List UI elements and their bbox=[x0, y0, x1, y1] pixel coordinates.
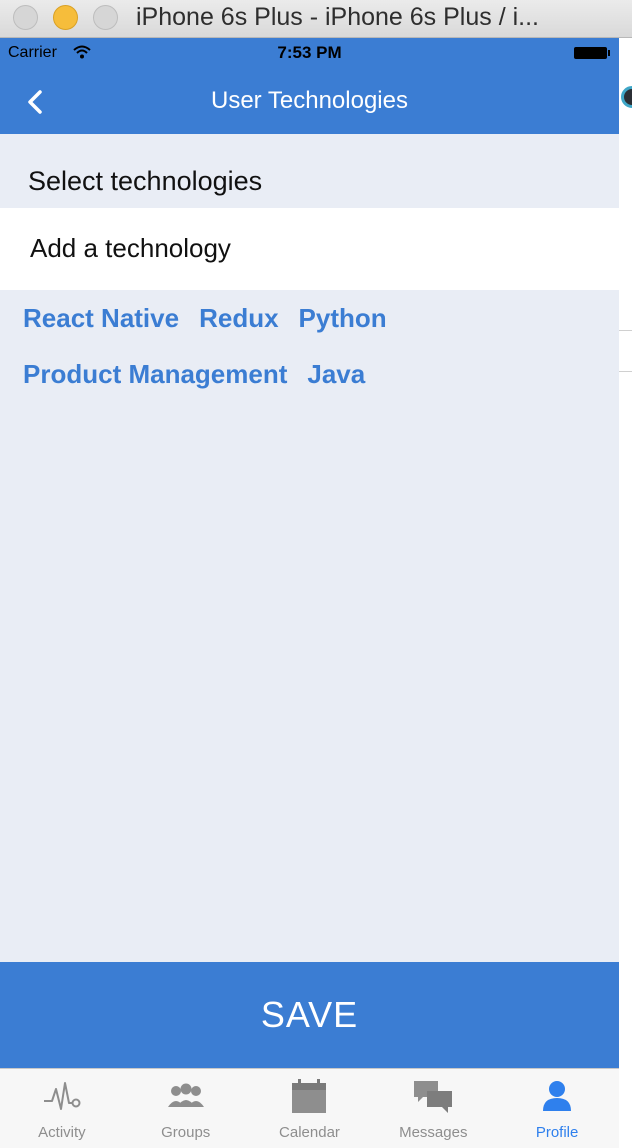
save-button[interactable]: SAVE bbox=[0, 962, 619, 1068]
activity-icon bbox=[43, 1082, 81, 1110]
tag-product-management[interactable]: Product Management bbox=[23, 359, 287, 390]
technology-input-row bbox=[0, 208, 619, 290]
tag-react-native[interactable]: React Native bbox=[23, 303, 179, 334]
messages-icon bbox=[414, 1081, 453, 1113]
tab-label: Activity bbox=[38, 1124, 86, 1141]
tab-bar: Activity Groups Calendar Messages Profil… bbox=[0, 1068, 619, 1148]
zoom-window-button[interactable] bbox=[93, 5, 118, 30]
tag-redux[interactable]: Redux bbox=[199, 303, 278, 334]
close-window-button[interactable] bbox=[13, 5, 38, 30]
tab-label: Calendar bbox=[279, 1124, 340, 1141]
tab-label: Groups bbox=[161, 1124, 211, 1141]
groups-icon bbox=[167, 1083, 204, 1107]
add-technology-input[interactable] bbox=[30, 226, 590, 270]
technology-tags: React Native Redux Python Product Manage… bbox=[23, 290, 603, 402]
navigation-bar: User Technologies bbox=[0, 70, 619, 134]
tab-label: Profile bbox=[535, 1124, 579, 1141]
tab-calendar[interactable]: Calendar bbox=[248, 1069, 372, 1148]
tab-label: Messages bbox=[399, 1124, 468, 1141]
tag-row: Product Management Java bbox=[23, 346, 603, 402]
window-title: iPhone 6s Plus - iPhone 6s Plus / i... bbox=[136, 3, 539, 31]
section-label: Select technologies bbox=[28, 166, 263, 196]
tab-messages[interactable]: Messages bbox=[371, 1069, 495, 1148]
tab-profile[interactable]: Profile bbox=[495, 1069, 619, 1148]
page-title: User Technologies bbox=[210, 87, 408, 114]
tab-activity[interactable]: Activity bbox=[0, 1069, 124, 1148]
profile-icon bbox=[543, 1081, 572, 1111]
phone-screen: Carrier 7:53 PM User Technologies Select… bbox=[0, 38, 619, 1148]
tag-python[interactable]: Python bbox=[299, 303, 387, 334]
tag-row: React Native Redux Python bbox=[23, 290, 603, 346]
background-window bbox=[619, 38, 632, 1148]
tab-groups[interactable]: Groups bbox=[124, 1069, 248, 1148]
minimize-window-button[interactable] bbox=[53, 5, 78, 30]
tag-java[interactable]: Java bbox=[307, 359, 365, 390]
battery-icon bbox=[574, 47, 610, 59]
calendar-icon bbox=[292, 1079, 327, 1113]
status-bar: Carrier 7:53 PM bbox=[0, 38, 619, 70]
status-time: 7:53 PM bbox=[277, 43, 342, 62]
window-titlebar: iPhone 6s Plus - iPhone 6s Plus / i... bbox=[0, 0, 632, 38]
background-app-icon bbox=[621, 86, 632, 108]
